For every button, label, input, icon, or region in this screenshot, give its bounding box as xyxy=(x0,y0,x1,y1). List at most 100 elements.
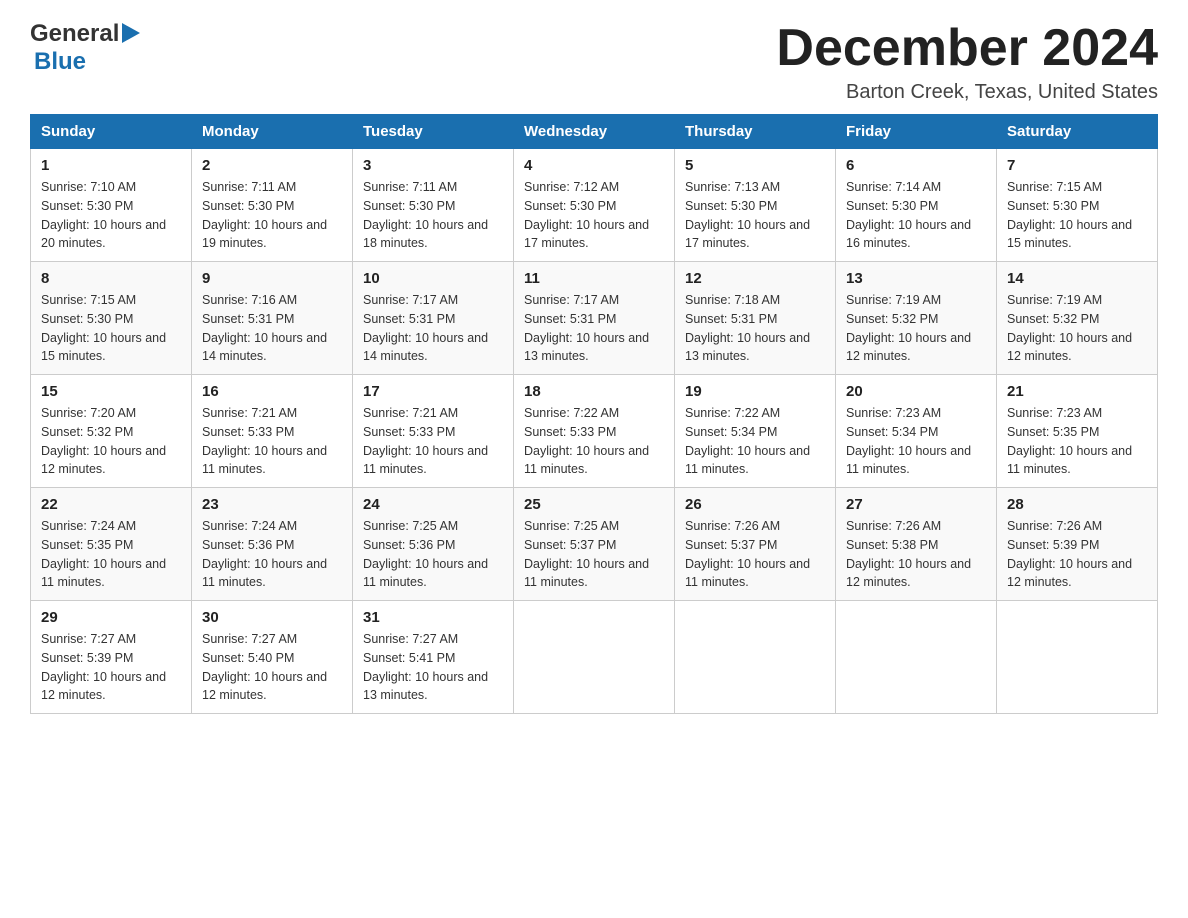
day-number: 16 xyxy=(202,383,342,400)
calendar-cell: 24 Sunrise: 7:25 AMSunset: 5:36 PMDaylig… xyxy=(353,488,514,601)
calendar-table: SundayMondayTuesdayWednesdayThursdayFrid… xyxy=(30,114,1158,714)
calendar-cell: 9 Sunrise: 7:16 AMSunset: 5:31 PMDayligh… xyxy=(192,262,353,375)
day-number: 11 xyxy=(524,270,664,287)
day-number: 30 xyxy=(202,609,342,626)
calendar-cell: 17 Sunrise: 7:21 AMSunset: 5:33 PMDaylig… xyxy=(353,375,514,488)
title-block: December 2024 Barton Creek, Texas, Unite… xyxy=(776,20,1158,104)
day-info: Sunrise: 7:22 AMSunset: 5:33 PMDaylight:… xyxy=(524,406,649,476)
calendar-cell: 23 Sunrise: 7:24 AMSunset: 5:36 PMDaylig… xyxy=(192,488,353,601)
calendar-cell xyxy=(514,601,675,714)
calendar-cell: 27 Sunrise: 7:26 AMSunset: 5:38 PMDaylig… xyxy=(836,488,997,601)
day-info: Sunrise: 7:26 AMSunset: 5:38 PMDaylight:… xyxy=(846,519,971,589)
page-header: General Blue December 2024 Barton Creek,… xyxy=(30,20,1158,104)
day-info: Sunrise: 7:21 AMSunset: 5:33 PMDaylight:… xyxy=(363,406,488,476)
day-info: Sunrise: 7:23 AMSunset: 5:35 PMDaylight:… xyxy=(1007,406,1132,476)
day-number: 8 xyxy=(41,270,181,287)
calendar-cell: 2 Sunrise: 7:11 AMSunset: 5:30 PMDayligh… xyxy=(192,149,353,262)
logo-blue-text: Blue xyxy=(34,48,86,76)
day-number: 10 xyxy=(363,270,503,287)
day-number: 17 xyxy=(363,383,503,400)
day-info: Sunrise: 7:18 AMSunset: 5:31 PMDaylight:… xyxy=(685,293,810,363)
calendar-cell: 18 Sunrise: 7:22 AMSunset: 5:33 PMDaylig… xyxy=(514,375,675,488)
day-number: 4 xyxy=(524,157,664,174)
day-number: 13 xyxy=(846,270,986,287)
day-info: Sunrise: 7:15 AMSunset: 5:30 PMDaylight:… xyxy=(41,293,166,363)
day-number: 7 xyxy=(1007,157,1147,174)
day-info: Sunrise: 7:23 AMSunset: 5:34 PMDaylight:… xyxy=(846,406,971,476)
day-number: 23 xyxy=(202,496,342,513)
calendar-cell: 21 Sunrise: 7:23 AMSunset: 5:35 PMDaylig… xyxy=(997,375,1158,488)
day-number: 24 xyxy=(363,496,503,513)
weekday-header-tuesday: Tuesday xyxy=(353,115,514,149)
calendar-cell xyxy=(997,601,1158,714)
calendar-cell: 25 Sunrise: 7:25 AMSunset: 5:37 PMDaylig… xyxy=(514,488,675,601)
day-info: Sunrise: 7:14 AMSunset: 5:30 PMDaylight:… xyxy=(846,180,971,250)
day-info: Sunrise: 7:20 AMSunset: 5:32 PMDaylight:… xyxy=(41,406,166,476)
calendar-cell: 14 Sunrise: 7:19 AMSunset: 5:32 PMDaylig… xyxy=(997,262,1158,375)
calendar-cell: 16 Sunrise: 7:21 AMSunset: 5:33 PMDaylig… xyxy=(192,375,353,488)
day-number: 21 xyxy=(1007,383,1147,400)
calendar-cell: 3 Sunrise: 7:11 AMSunset: 5:30 PMDayligh… xyxy=(353,149,514,262)
calendar-week-row: 29 Sunrise: 7:27 AMSunset: 5:39 PMDaylig… xyxy=(31,601,1158,714)
day-info: Sunrise: 7:16 AMSunset: 5:31 PMDaylight:… xyxy=(202,293,327,363)
day-info: Sunrise: 7:11 AMSunset: 5:30 PMDaylight:… xyxy=(202,180,327,250)
day-number: 27 xyxy=(846,496,986,513)
logo-general-text: General xyxy=(30,20,119,48)
weekday-header-sunday: Sunday xyxy=(31,115,192,149)
day-number: 3 xyxy=(363,157,503,174)
calendar-week-row: 22 Sunrise: 7:24 AMSunset: 5:35 PMDaylig… xyxy=(31,488,1158,601)
day-info: Sunrise: 7:22 AMSunset: 5:34 PMDaylight:… xyxy=(685,406,810,476)
calendar-cell: 7 Sunrise: 7:15 AMSunset: 5:30 PMDayligh… xyxy=(997,149,1158,262)
calendar-cell: 1 Sunrise: 7:10 AMSunset: 5:30 PMDayligh… xyxy=(31,149,192,262)
day-info: Sunrise: 7:13 AMSunset: 5:30 PMDaylight:… xyxy=(685,180,810,250)
day-info: Sunrise: 7:15 AMSunset: 5:30 PMDaylight:… xyxy=(1007,180,1132,250)
calendar-cell: 22 Sunrise: 7:24 AMSunset: 5:35 PMDaylig… xyxy=(31,488,192,601)
day-number: 26 xyxy=(685,496,825,513)
calendar-cell: 30 Sunrise: 7:27 AMSunset: 5:40 PMDaylig… xyxy=(192,601,353,714)
day-number: 6 xyxy=(846,157,986,174)
calendar-cell: 6 Sunrise: 7:14 AMSunset: 5:30 PMDayligh… xyxy=(836,149,997,262)
calendar-cell xyxy=(675,601,836,714)
day-number: 22 xyxy=(41,496,181,513)
month-title: December 2024 xyxy=(776,20,1158,77)
day-number: 28 xyxy=(1007,496,1147,513)
calendar-week-row: 8 Sunrise: 7:15 AMSunset: 5:30 PMDayligh… xyxy=(31,262,1158,375)
day-number: 14 xyxy=(1007,270,1147,287)
day-number: 29 xyxy=(41,609,181,626)
weekday-header-thursday: Thursday xyxy=(675,115,836,149)
calendar-cell: 15 Sunrise: 7:20 AMSunset: 5:32 PMDaylig… xyxy=(31,375,192,488)
day-number: 19 xyxy=(685,383,825,400)
day-number: 15 xyxy=(41,383,181,400)
calendar-cell: 13 Sunrise: 7:19 AMSunset: 5:32 PMDaylig… xyxy=(836,262,997,375)
day-number: 9 xyxy=(202,270,342,287)
day-number: 2 xyxy=(202,157,342,174)
day-info: Sunrise: 7:25 AMSunset: 5:37 PMDaylight:… xyxy=(524,519,649,589)
day-info: Sunrise: 7:12 AMSunset: 5:30 PMDaylight:… xyxy=(524,180,649,250)
calendar-cell: 11 Sunrise: 7:17 AMSunset: 5:31 PMDaylig… xyxy=(514,262,675,375)
weekday-header-wednesday: Wednesday xyxy=(514,115,675,149)
day-info: Sunrise: 7:25 AMSunset: 5:36 PMDaylight:… xyxy=(363,519,488,589)
calendar-cell xyxy=(836,601,997,714)
weekday-header-saturday: Saturday xyxy=(997,115,1158,149)
calendar-cell: 29 Sunrise: 7:27 AMSunset: 5:39 PMDaylig… xyxy=(31,601,192,714)
day-info: Sunrise: 7:17 AMSunset: 5:31 PMDaylight:… xyxy=(524,293,649,363)
day-info: Sunrise: 7:27 AMSunset: 5:40 PMDaylight:… xyxy=(202,632,327,702)
day-info: Sunrise: 7:17 AMSunset: 5:31 PMDaylight:… xyxy=(363,293,488,363)
calendar-cell: 12 Sunrise: 7:18 AMSunset: 5:31 PMDaylig… xyxy=(675,262,836,375)
day-number: 20 xyxy=(846,383,986,400)
day-info: Sunrise: 7:27 AMSunset: 5:41 PMDaylight:… xyxy=(363,632,488,702)
calendar-cell: 20 Sunrise: 7:23 AMSunset: 5:34 PMDaylig… xyxy=(836,375,997,488)
day-info: Sunrise: 7:26 AMSunset: 5:37 PMDaylight:… xyxy=(685,519,810,589)
day-number: 1 xyxy=(41,157,181,174)
day-info: Sunrise: 7:24 AMSunset: 5:36 PMDaylight:… xyxy=(202,519,327,589)
weekday-header-monday: Monday xyxy=(192,115,353,149)
day-info: Sunrise: 7:10 AMSunset: 5:30 PMDaylight:… xyxy=(41,180,166,250)
day-info: Sunrise: 7:19 AMSunset: 5:32 PMDaylight:… xyxy=(846,293,971,363)
calendar-cell: 26 Sunrise: 7:26 AMSunset: 5:37 PMDaylig… xyxy=(675,488,836,601)
calendar-cell: 31 Sunrise: 7:27 AMSunset: 5:41 PMDaylig… xyxy=(353,601,514,714)
weekday-header-row: SundayMondayTuesdayWednesdayThursdayFrid… xyxy=(31,115,1158,149)
calendar-week-row: 15 Sunrise: 7:20 AMSunset: 5:32 PMDaylig… xyxy=(31,375,1158,488)
day-number: 31 xyxy=(363,609,503,626)
calendar-cell: 8 Sunrise: 7:15 AMSunset: 5:30 PMDayligh… xyxy=(31,262,192,375)
weekday-header-friday: Friday xyxy=(836,115,997,149)
